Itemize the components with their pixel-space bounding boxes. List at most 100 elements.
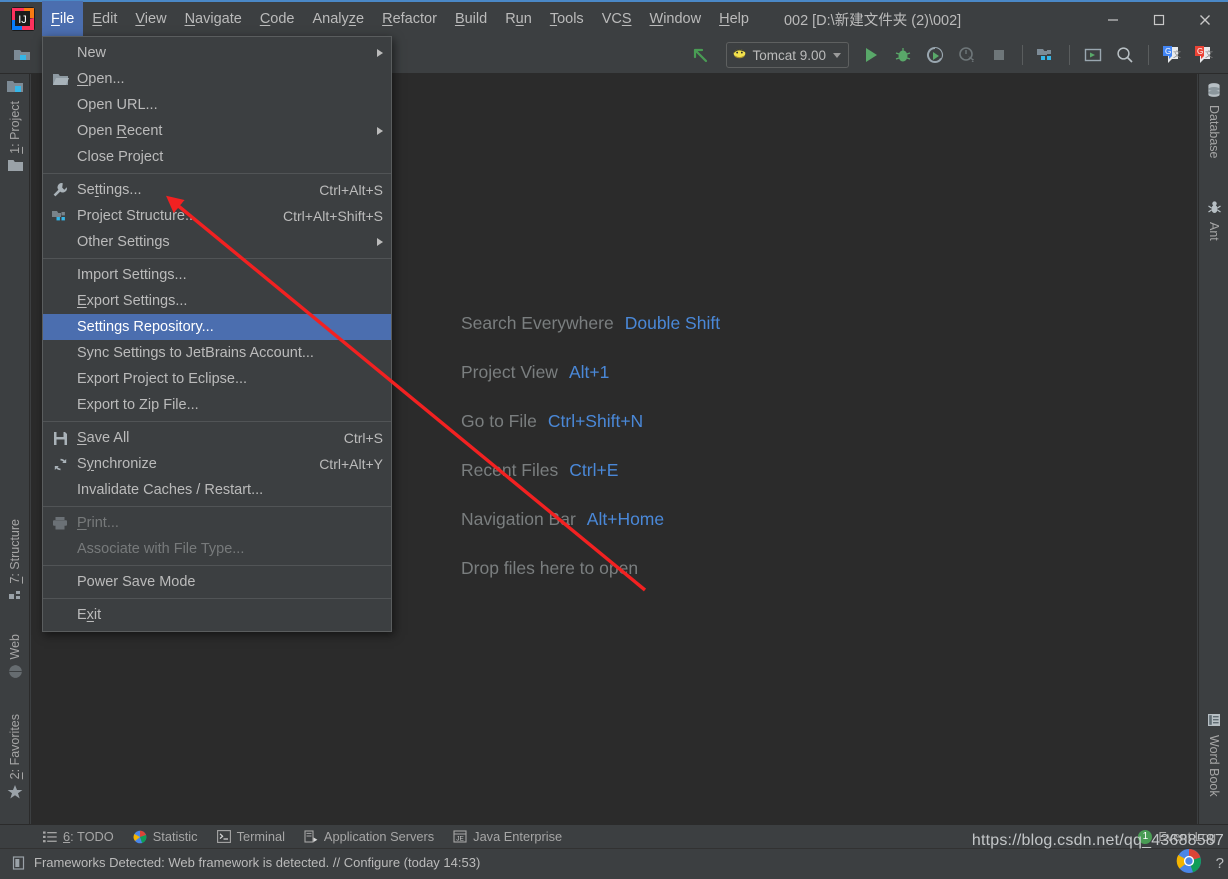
sidebar-item-database[interactable]: Database: [1199, 82, 1228, 159]
status-message: Frameworks Detected: Web framework is de…: [34, 855, 481, 870]
menu-window[interactable]: Window: [641, 1, 711, 37]
sidebar-item-ant[interactable]: Ant: [1199, 200, 1228, 241]
notification-icon[interactable]: [8, 855, 28, 871]
menu-item-synchronize[interactable]: Synchronize Ctrl+Alt+Y: [43, 451, 391, 477]
menu-build[interactable]: Build: [446, 1, 496, 37]
chevron-down-icon[interactable]: [833, 52, 841, 58]
menu-item-other-settings[interactable]: Other Settings: [43, 229, 391, 255]
menu-item-open-recent[interactable]: Open Recent: [43, 118, 391, 144]
hint-recent-files: Recent Files Ctrl+E: [461, 446, 720, 495]
status-bar: Frameworks Detected: Web framework is de…: [0, 848, 1228, 876]
menu-item-label: Open URL...: [77, 97, 158, 113]
menu-navigate[interactable]: Navigate: [176, 1, 251, 37]
menu-analyze[interactable]: Analyze: [304, 1, 374, 37]
menu-vcs[interactable]: VCS: [593, 1, 641, 37]
run-icon[interactable]: [856, 40, 886, 70]
hint-key: Ctrl+Shift+N: [547, 411, 644, 431]
menu-item-label: Sync Settings to JetBrains Account...: [77, 345, 314, 361]
back-arrow-icon[interactable]: [685, 40, 715, 70]
open-folder-icon[interactable]: [7, 40, 37, 70]
svg-text:G: G: [1197, 47, 1203, 56]
word-book-icon: [1206, 712, 1222, 731]
menu-item-save-all[interactable]: Save All Ctrl+S: [43, 425, 391, 451]
menu-item-accelerator: Ctrl+S: [343, 430, 383, 446]
menu-item-power-save-mode[interactable]: Power Save Mode: [43, 569, 391, 595]
menu-item-invalidate-caches[interactable]: Invalidate Caches / Restart...: [43, 477, 391, 503]
translate-red-icon[interactable]: 文 G: [1189, 40, 1219, 70]
menu-item-label: Settings...: [77, 182, 142, 198]
menu-edit[interactable]: Edit: [83, 1, 126, 37]
empty-icon: [49, 233, 71, 251]
hint-search-everywhere: Search Everywhere Double Shift: [461, 299, 720, 348]
menu-item-label: Synchronize: [77, 456, 157, 472]
sidebar-item-label: 2: Favorites: [8, 714, 22, 780]
menu-file[interactable]: File: [42, 1, 84, 37]
menu-item-import-settings[interactable]: Import Settings...: [43, 262, 391, 288]
sidebar-item-favorites[interactable]: 2: Favorites: [0, 714, 30, 803]
empty-icon: [49, 573, 71, 591]
java-enterprise-icon: JE: [452, 829, 468, 845]
tool-window-application-servers[interactable]: Application Servers: [303, 825, 434, 849]
synchronize-icon: [49, 455, 71, 473]
menu-item-new[interactable]: New: [43, 40, 391, 66]
maximize-icon[interactable]: [1136, 2, 1182, 38]
sidebar-item-structure[interactable]: 7: Structure: [0, 519, 30, 606]
menu-item-label: Print...: [77, 515, 119, 531]
menu-item-exit[interactable]: Exit: [43, 602, 391, 628]
menu-help[interactable]: Help: [710, 1, 758, 37]
run-coverage-icon[interactable]: [920, 40, 950, 70]
tool-window-todo[interactable]: 6: TODO: [42, 825, 114, 849]
close-icon[interactable]: [1182, 2, 1228, 38]
hint-key: Alt+1: [568, 362, 610, 382]
debug-icon[interactable]: [888, 40, 918, 70]
menu-item-settings[interactable]: Settings... Ctrl+Alt+S: [43, 177, 391, 203]
tool-window-statistic[interactable]: Statistic: [132, 825, 198, 849]
menu-item-project-structure[interactable]: Project Structure... Ctrl+Alt+Shift+S: [43, 203, 391, 229]
minimize-icon[interactable]: [1090, 2, 1136, 38]
menu-item-sync-settings-jetbrains[interactable]: Sync Settings to JetBrains Account...: [43, 340, 391, 366]
sidebar-item-word-book[interactable]: Word Book: [1199, 712, 1228, 797]
sidebar-item-project[interactable]: 1: Project: [0, 78, 30, 175]
menu-item-label: Project Structure...: [77, 208, 198, 224]
submenu-arrow-icon: [377, 238, 383, 246]
menu-code[interactable]: Code: [251, 1, 304, 37]
right-tool-stripe: Database Ant Word Book: [1198, 74, 1228, 824]
project-structure-icon[interactable]: [1031, 40, 1061, 70]
tool-window-label: Statistic: [152, 829, 198, 844]
empty-icon: [49, 266, 71, 284]
menu-item-open[interactable]: Open...: [43, 66, 391, 92]
menu-tools[interactable]: Tools: [541, 1, 593, 37]
sidebar-item-web[interactable]: Web: [0, 634, 30, 682]
translate-blue-icon[interactable]: 文 G: [1157, 40, 1187, 70]
run-configuration-selector[interactable]: Tomcat 9.00: [726, 42, 849, 68]
hint-label: Recent Files: [461, 460, 559, 480]
menu-refactor[interactable]: Refactor: [373, 1, 446, 37]
project-structure-icon: [49, 207, 71, 225]
menu-item-close-project[interactable]: Close Project: [43, 144, 391, 170]
tool-window-terminal[interactable]: Terminal: [216, 825, 285, 849]
menu-item-open-url[interactable]: Open URL...: [43, 92, 391, 118]
search-icon[interactable]: [1110, 40, 1140, 70]
menu-separator-6: [43, 598, 391, 599]
menu-item-export-zip[interactable]: Export to Zip File...: [43, 392, 391, 418]
toolbar-left-group: [0, 40, 38, 70]
empty-icon: [49, 292, 71, 310]
svg-text:JE: JE: [456, 835, 464, 842]
menu-run[interactable]: Run: [496, 1, 541, 37]
menu-item-export-settings[interactable]: Export Settings...: [43, 288, 391, 314]
statistic-chart-icon: [132, 829, 148, 845]
window-title: 002 [D:\新建文件夹 (2)\002]: [783, 12, 962, 29]
window-controls: [1090, 2, 1228, 38]
menu-view[interactable]: View: [126, 1, 175, 37]
tool-window-java-enterprise[interactable]: JE Java Enterprise: [452, 825, 562, 849]
menu-item-label: Close Project: [77, 149, 164, 165]
intellij-idea-window: IJ File Edit View Navigate Code Analyze …: [0, 0, 1228, 876]
stop-icon[interactable]: [984, 40, 1014, 70]
profile-icon[interactable]: [952, 40, 982, 70]
menu-item-label: Invalidate Caches / Restart...: [77, 482, 264, 498]
hint-drop-files: Drop files here to open: [461, 544, 720, 593]
menu-item-settings-repository[interactable]: Settings Repository...: [43, 314, 391, 340]
menu-item-label: Associate with File Type...: [77, 541, 245, 557]
update-app-icon[interactable]: [1078, 40, 1108, 70]
menu-item-export-project-eclipse[interactable]: Export Project to Eclipse...: [43, 366, 391, 392]
